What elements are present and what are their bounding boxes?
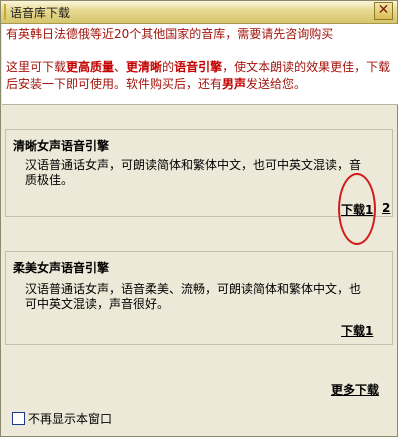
dont-show-label[interactable]: 不再显示本窗口 xyxy=(28,412,112,426)
notice-text: 的 xyxy=(162,60,175,74)
annotation-circle xyxy=(338,173,376,245)
notice-text: 这里可下载 xyxy=(6,60,67,74)
more-downloads-link[interactable]: 更多下载 xyxy=(331,381,379,398)
engine-description: 汉语普通话女声，语音柔美、流畅，可朗读简体和繁体中文，也可中英文混读，声音很好。 xyxy=(25,282,362,311)
close-button[interactable]: ✕ xyxy=(374,2,393,20)
notice-text: 、 xyxy=(114,60,127,74)
notice-panel: 有英韩日法德俄等近20个其他国家的音库，需要请先咨询购买 这里可下载更高质量、更… xyxy=(2,24,398,105)
dont-show-row[interactable]: 不再显示本窗口 xyxy=(12,410,112,427)
notice-highlight: 更清晰 xyxy=(126,60,163,74)
download-dialog: 语音库下载 ✕ 有英韩日法德俄等近20个其他国家的音库，需要请先咨询购买 这里可… xyxy=(0,0,398,437)
engine-panel-clear-female: 清晰女声语音引擎 汉语普通话女声，可朗读简体和繁体中文，也可中英文混读，音质极佳… xyxy=(5,129,393,217)
notice-highlight: 语音引擎 xyxy=(174,60,223,74)
notice-line-1: 有英韩日法德俄等近20个其他国家的音库，需要请先咨询购买 xyxy=(6,27,334,41)
download-link-2[interactable]: 2 xyxy=(382,201,390,215)
engine-title: 清晰女声语音引擎 xyxy=(13,139,110,153)
engine-description: 汉语普通话女声，可朗读简体和繁体中文，也可中英文混读，音质极佳。 xyxy=(25,158,362,187)
notice-highlight: 男声 xyxy=(222,77,247,91)
close-icon: ✕ xyxy=(377,2,390,18)
title-bar[interactable]: 语音库下载 ✕ xyxy=(1,1,397,24)
notice-text: 发送给您。 xyxy=(246,77,307,91)
dont-show-checkbox[interactable] xyxy=(12,412,25,425)
download-link-1[interactable]: 下载1 xyxy=(341,322,373,339)
app-icon xyxy=(4,4,6,20)
engine-title: 柔美女声语音引擎 xyxy=(13,261,110,275)
notice-highlight: 更高质量 xyxy=(66,60,115,74)
window-title: 语音库下载 xyxy=(10,6,71,20)
engine-panel-soft-female: 柔美女声语音引擎 汉语普通话女声，语音柔美、流畅，可朗读简体和繁体中文，也可中英… xyxy=(5,251,393,345)
notice-line-2: 这里可下载更高质量、更清晰的语音引擎，使文本朗读的效果更佳，下载后安装一下即可使… xyxy=(6,59,392,93)
